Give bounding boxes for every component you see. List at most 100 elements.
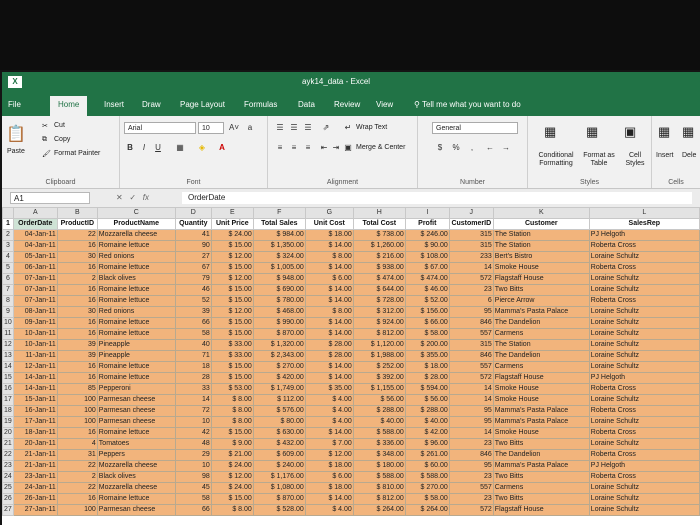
cell[interactable]: Roberta Cross xyxy=(588,449,700,461)
cell[interactable]: 27 xyxy=(174,251,212,263)
cell[interactable]: Carmens xyxy=(492,482,590,494)
cell[interactable]: $ 14.00 xyxy=(304,493,354,505)
cell[interactable]: $ 420.00 xyxy=(252,372,306,384)
cell[interactable]: $ 1,155.00 xyxy=(352,383,406,395)
cell[interactable]: Loraine Schultz xyxy=(588,306,700,318)
cell[interactable]: Parmesan cheese xyxy=(96,394,176,406)
cell[interactable]: $ 15.00 xyxy=(210,240,254,252)
row-header[interactable]: 22 xyxy=(2,449,14,461)
cell[interactable]: $ 609.00 xyxy=(252,449,306,461)
cell[interactable]: $ 15.00 xyxy=(210,295,254,307)
cell[interactable]: Roberta Cross xyxy=(588,427,700,439)
cell[interactable]: Loraine Schultz xyxy=(588,350,700,362)
cell[interactable]: $ 14.00 xyxy=(304,262,354,274)
cell[interactable]: $ 392.00 xyxy=(352,372,406,384)
cell[interactable]: 23-Jan-11 xyxy=(12,471,58,483)
cell[interactable]: 22 xyxy=(56,460,98,472)
italic-button[interactable]: I xyxy=(138,142,150,154)
cell[interactable]: Romaine lettuce xyxy=(96,262,176,274)
cell[interactable]: $ 588.00 xyxy=(404,471,450,483)
cell[interactable]: 315 xyxy=(448,240,494,252)
cell[interactable]: Loraine Schultz xyxy=(588,284,700,296)
cell[interactable]: 98 xyxy=(174,471,212,483)
cell[interactable]: 05-Jan-11 xyxy=(12,251,58,263)
cell[interactable]: Two Bitts xyxy=(492,493,590,505)
row-header[interactable]: 3 xyxy=(2,240,14,252)
cell[interactable]: Roberta Cross xyxy=(588,471,700,483)
paste-icon[interactable]: 📋 xyxy=(6,124,26,144)
wrap-text-button[interactable]: Wrap Text xyxy=(356,124,387,131)
header-cell[interactable]: SalesRep xyxy=(588,218,700,230)
cell[interactable]: $ 24.00 xyxy=(210,460,254,472)
cell[interactable]: 23 xyxy=(448,438,494,450)
cell[interactable]: 33 xyxy=(174,383,212,395)
cell[interactable]: 557 xyxy=(448,482,494,494)
cell[interactable]: $ 14.00 xyxy=(304,427,354,439)
cell[interactable]: 04-Jan-11 xyxy=(12,229,58,241)
cell[interactable]: $ 40.00 xyxy=(352,416,406,428)
cell[interactable]: Mamma's Pasta Palace xyxy=(492,306,590,318)
cell[interactable]: Romaine lettuce xyxy=(96,427,176,439)
row-header[interactable]: 24 xyxy=(2,471,14,483)
conditional-formatting-button[interactable]: Conditional Formatting xyxy=(532,152,580,168)
cell[interactable]: 18-Jan-11 xyxy=(12,427,58,439)
row-header[interactable]: 15 xyxy=(2,372,14,384)
cell[interactable]: 39 xyxy=(56,339,98,351)
cell[interactable]: Loraine Schultz xyxy=(588,361,700,373)
cell[interactable]: Loraine Schultz xyxy=(588,438,700,450)
enter-icon[interactable]: ✓ xyxy=(129,193,136,202)
cell[interactable]: $ 984.00 xyxy=(252,229,306,241)
cell[interactable]: $ 4.00 xyxy=(304,504,354,516)
cell[interactable]: $ 216.00 xyxy=(352,251,406,263)
cell[interactable]: $ 1,005.00 xyxy=(252,262,306,274)
cell[interactable]: 10-Jan-11 xyxy=(12,339,58,351)
decrease-indent-icon[interactable]: ⇤ xyxy=(318,142,330,154)
cell[interactable]: The Station xyxy=(492,339,590,351)
cell[interactable]: 572 xyxy=(448,273,494,285)
cell[interactable]: Flagstaff House xyxy=(492,273,590,285)
cut-button[interactable]: Cut xyxy=(54,122,65,129)
formula-input[interactable]: OrderDate xyxy=(182,192,692,204)
cell[interactable]: 46 xyxy=(174,284,212,296)
cell[interactable]: 15-Jan-11 xyxy=(12,394,58,406)
cell[interactable]: 95 xyxy=(448,460,494,472)
cell[interactable]: 66 xyxy=(174,504,212,516)
cell[interactable]: $ 1,260.00 xyxy=(352,240,406,252)
cell[interactable]: $ 6.00 xyxy=(304,273,354,285)
cell[interactable]: Romaine lettuce xyxy=(96,361,176,373)
cell[interactable]: Loraine Schultz xyxy=(588,317,700,329)
cell[interactable]: $ 67.00 xyxy=(404,262,450,274)
header-cell[interactable]: ProductName xyxy=(96,218,176,230)
cell[interactable]: $ 1,120.00 xyxy=(352,339,406,351)
row-header[interactable]: 17 xyxy=(2,394,14,406)
cell[interactable]: $ 14.00 xyxy=(304,295,354,307)
cell[interactable]: Smoke House xyxy=(492,383,590,395)
cell[interactable]: $ 4.00 xyxy=(304,416,354,428)
cell[interactable]: 16 xyxy=(56,284,98,296)
cell[interactable]: $ 12.00 xyxy=(210,471,254,483)
header-cell[interactable]: Unit Price xyxy=(210,218,254,230)
cell[interactable]: $ 58.00 xyxy=(404,493,450,505)
cell[interactable]: $ 53.00 xyxy=(210,383,254,395)
row-header[interactable]: 2 xyxy=(2,229,14,241)
cell[interactable]: $ 15.00 xyxy=(210,427,254,439)
row-header[interactable]: 6 xyxy=(2,273,14,285)
cell[interactable]: The Dandelion xyxy=(492,449,590,461)
cell[interactable]: 16 xyxy=(56,262,98,274)
cell[interactable]: 95 xyxy=(448,405,494,417)
delete-cells-button[interactable]: Dele xyxy=(682,152,696,159)
cell[interactable]: $ 1,749.00 xyxy=(252,383,306,395)
cell[interactable]: 846 xyxy=(448,317,494,329)
cell[interactable]: $ 728.00 xyxy=(352,295,406,307)
row-header[interactable]: 10 xyxy=(2,317,14,329)
cell[interactable]: Mozzarella cheese xyxy=(96,460,176,472)
tell-me-box[interactable]: ⚲ Tell me what you want to do xyxy=(414,100,521,109)
cell[interactable]: $ 355.00 xyxy=(404,350,450,362)
cell[interactable]: 66 xyxy=(174,317,212,329)
cell[interactable]: 572 xyxy=(448,372,494,384)
cell[interactable]: $ 8.00 xyxy=(304,251,354,263)
cell[interactable]: $ 594.00 xyxy=(404,383,450,395)
cell[interactable]: $ 14.00 xyxy=(304,240,354,252)
tab-insert[interactable]: Insert xyxy=(104,100,124,109)
cell[interactable]: $ 576.00 xyxy=(252,405,306,417)
